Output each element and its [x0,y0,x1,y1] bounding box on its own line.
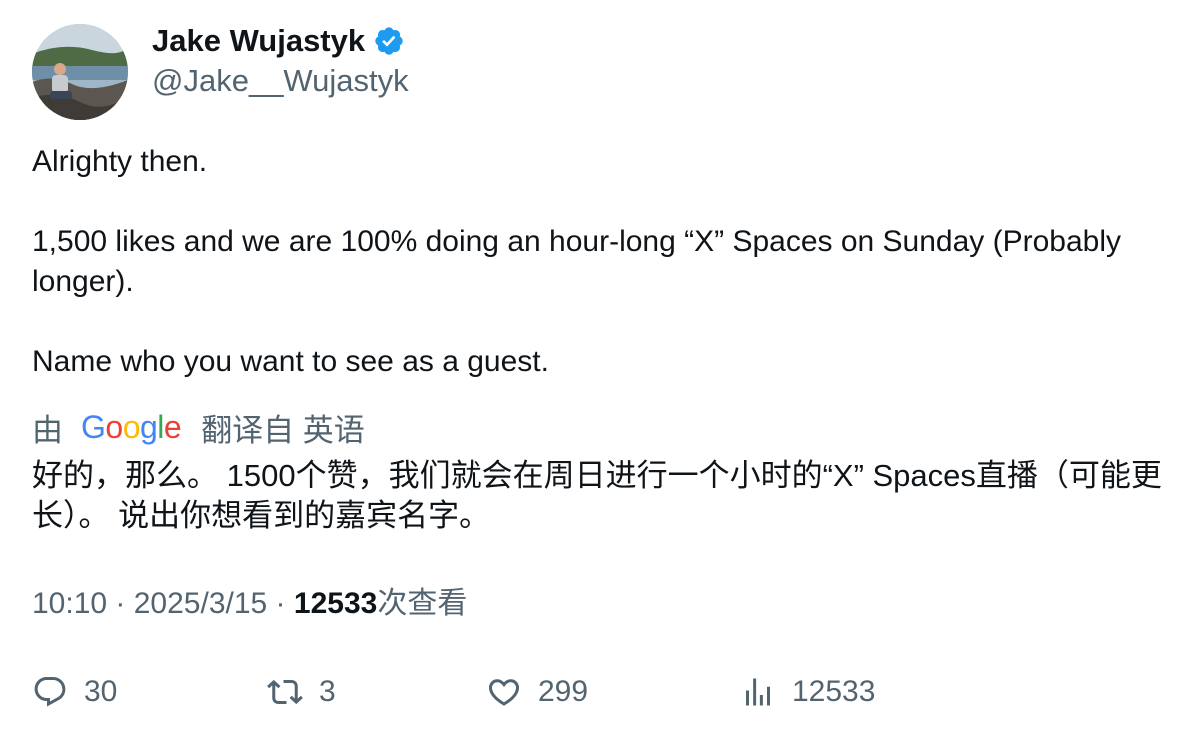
views-button[interactable]: 12533 [740,670,875,714]
like-count: 299 [538,675,589,708]
retweet-button[interactable]: 3 [267,670,336,714]
heart-icon [488,679,520,706]
avatar[interactable] [32,24,128,120]
google-logo: Google [81,408,182,445]
meta-separator: · [107,587,134,620]
verified-badge-icon [373,25,405,57]
translated-by-label: 由 [32,412,63,448]
meta-separator: · [267,587,294,620]
translated-from-label: 翻译自 英语 [201,412,365,448]
views-count: 12533 [293,587,378,620]
like-button[interactable]: 299 [486,670,588,714]
retweet-count: 3 [319,675,336,708]
reply-button[interactable]: 30 [32,670,117,714]
reply-count: 30 [84,675,118,708]
views-action-count: 12533 [792,675,876,708]
author-name-row[interactable]: Jake Wujastyk [152,22,405,60]
tweet-date[interactable]: 2025/3/15 [134,587,267,620]
author-handle[interactable]: @Jake__Wujastyk [152,62,409,100]
tweet-time[interactable]: 10:10 [32,587,107,620]
author-display-name[interactable]: Jake Wujastyk [152,22,365,60]
reply-icon [34,677,66,707]
views-label: 次查看 [377,587,468,620]
avatar-image [32,24,128,120]
translated-text: 好的，那么。 1500个赞，我们就会在周日进行一个小时的“X” Spaces直播… [32,458,1162,533]
retweet-icon [267,679,303,705]
tweet-text: Alrighty then. 1,500 likes and we are 10… [32,145,1122,378]
analytics-icon [746,678,770,706]
tweet-meta: 10:10 · 2025/3/15 · 12533次查看 [32,584,467,624]
translation-attribution: 由 Google 翻译自 英语 [32,407,365,448]
